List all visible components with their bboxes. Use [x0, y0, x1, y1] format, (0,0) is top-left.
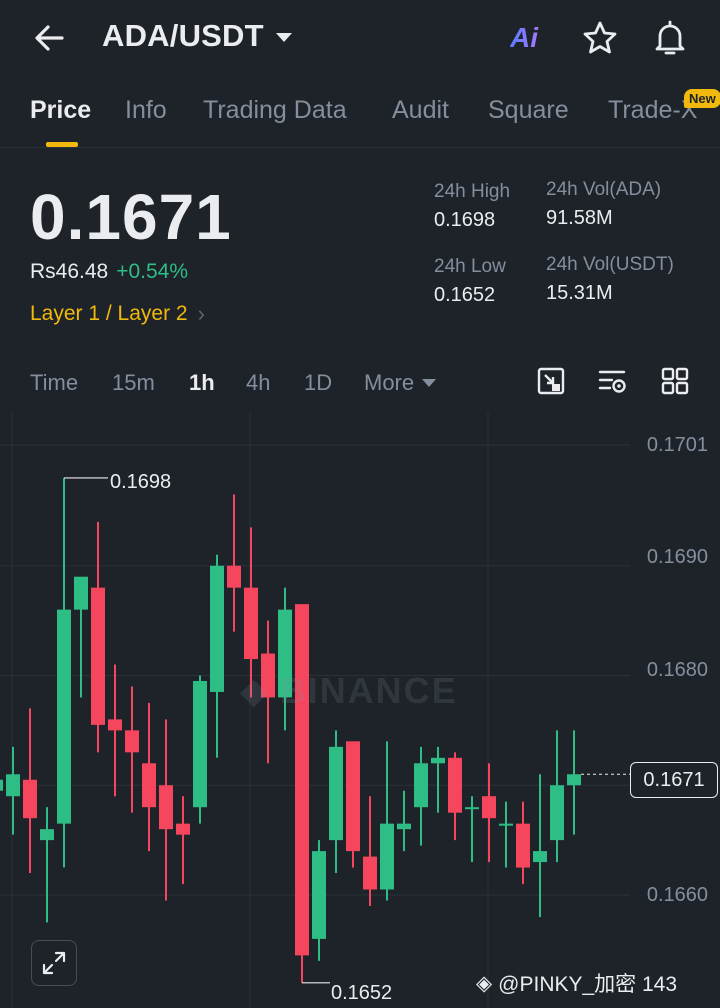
back-arrow-icon[interactable] [30, 18, 70, 58]
candle-body [244, 587, 258, 660]
watermark: ◆ BINANCE [240, 670, 458, 712]
stat-24h-vol-quote: 24h Vol(USDT) 15.31M [546, 254, 674, 305]
candle-body [40, 829, 54, 841]
candle-body [142, 763, 156, 808]
tab-audit[interactable]: Audit [392, 96, 449, 125]
candle-body [23, 779, 37, 819]
fiat-change-row: Rs46.48 +0.54% [30, 260, 188, 284]
caret-down-icon [422, 379, 437, 387]
candle-body [533, 851, 547, 863]
category-tags[interactable]: Layer 1 / Layer 2 › [30, 301, 205, 327]
pair-selector[interactable]: ADA/USDT [102, 18, 292, 54]
candle-body [227, 565, 241, 588]
candle-body [465, 807, 479, 810]
candle-body [431, 757, 445, 764]
tab-price[interactable]: Price [30, 96, 91, 125]
binance-logo-icon: ◆ [240, 670, 270, 711]
stat-label: 24h Low [434, 256, 506, 277]
candle-body [516, 823, 530, 868]
new-badge: New [684, 89, 720, 108]
candle-body [346, 741, 360, 852]
price-change: +0.54% [116, 260, 189, 283]
active-tab-indicator [46, 142, 78, 147]
stat-label: 24h High [434, 181, 511, 202]
candle-body [448, 757, 462, 813]
candle-body [91, 587, 105, 725]
stat-value: 0.1652 [434, 284, 496, 306]
category-tags-label: Layer 1 / Layer 2 [30, 302, 188, 325]
candle-body [193, 680, 207, 808]
candle-body [176, 823, 190, 835]
candle-body [312, 851, 326, 939]
stat-value: 91.58M [546, 207, 613, 229]
interval-more-label: More [364, 370, 415, 395]
candle-body [57, 609, 71, 824]
last-price: 0.1671 [30, 181, 232, 253]
chart-high-label: 0.1698 [110, 471, 172, 493]
indicator-settings-icon[interactable] [597, 366, 627, 396]
tab-trading-data[interactable]: Trading Data [203, 96, 347, 125]
expand-icon [42, 951, 66, 975]
candle-body [482, 796, 496, 819]
watermark-text: BINANCE [279, 670, 458, 711]
candle-body [567, 774, 581, 786]
chevron-right-icon: › [197, 301, 205, 326]
candle-body [159, 785, 173, 830]
candle-body [329, 746, 343, 841]
last-price-marker: 0.1671 [630, 762, 718, 798]
interval-more[interactable]: More [364, 370, 437, 396]
candle-body [363, 856, 377, 890]
chart-mode-icon[interactable] [536, 366, 566, 396]
candle-body [414, 763, 428, 808]
tab-info[interactable]: Info [125, 96, 167, 125]
interval-time[interactable]: Time [30, 370, 78, 396]
post-credit: ◈ @PINKY_加密 143 [476, 968, 677, 998]
fiat-price: Rs46.48 [30, 260, 109, 283]
stat-label: 24h Vol(ADA) [546, 179, 662, 200]
candle-body [74, 576, 88, 610]
caret-down-icon [275, 32, 292, 42]
interval-1h[interactable]: 1h [189, 370, 215, 396]
interval-4h[interactable]: 4h [246, 370, 270, 396]
tab-square[interactable]: Square [488, 96, 569, 125]
y-tick-label: 0.1660 [646, 884, 708, 906]
candle-body [397, 823, 411, 830]
candle-body [210, 565, 224, 692]
credit-text: @PINKY_加密 143 [498, 973, 678, 996]
candle-body [499, 823, 513, 826]
stat-value: 0.1698 [434, 209, 496, 231]
candle-body [295, 604, 309, 956]
y-tick-label: 0.1680 [646, 659, 708, 681]
tab-bar: Price Info Trading Data Audit Square Tra… [0, 88, 720, 148]
bell-icon[interactable] [650, 18, 690, 58]
interval-15m[interactable]: 15m [112, 370, 155, 396]
candle-body [550, 785, 564, 841]
star-icon[interactable] [580, 18, 620, 58]
candle-body [6, 774, 20, 797]
chart-low-label: 0.1652 [331, 982, 393, 1004]
top-bar: ADA/USDT Ai [0, 0, 720, 76]
fullscreen-button[interactable] [31, 940, 77, 986]
ai-icon[interactable]: Ai [510, 22, 552, 58]
candle-body [380, 823, 394, 890]
pair-name: ADA/USDT [102, 18, 264, 53]
candle-body [108, 719, 122, 731]
candle-body [125, 730, 139, 753]
binance-logo-icon: ◈ [476, 971, 493, 995]
candle-body [0, 779, 3, 791]
y-tick-label: 0.1690 [646, 546, 708, 568]
grid-layout-icon[interactable] [660, 366, 690, 396]
y-tick-label: 0.1701 [646, 434, 708, 456]
stat-24h-low: 24h Low 0.1652 [434, 256, 506, 307]
stat-24h-high: 24h High 0.1698 [434, 181, 510, 232]
stat-24h-vol-base: 24h Vol(ADA) 91.58M [546, 179, 661, 230]
interval-1d[interactable]: 1D [304, 370, 332, 396]
stat-label: 24h Vol(USDT) [546, 254, 674, 275]
stat-value: 15.31M [546, 282, 613, 304]
